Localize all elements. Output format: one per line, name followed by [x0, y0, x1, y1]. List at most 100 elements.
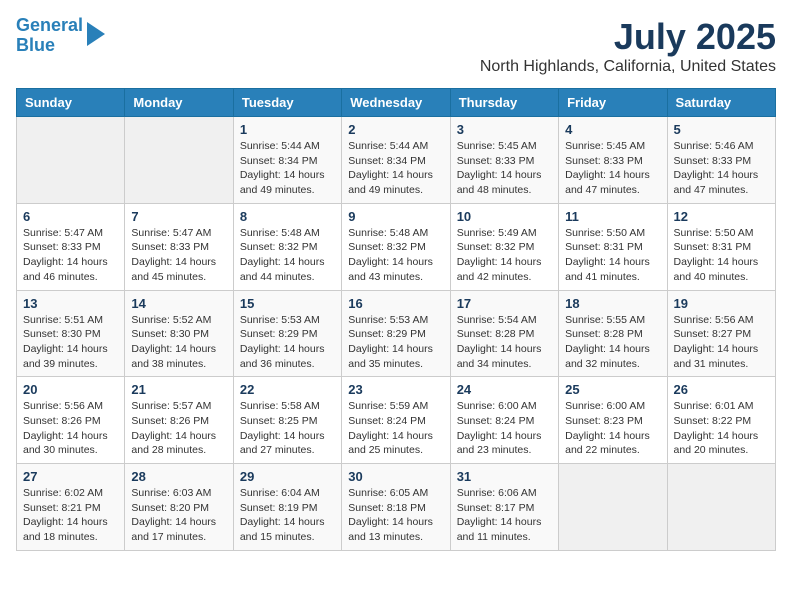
day-number: 26: [674, 382, 769, 397]
day-info: Sunrise: 6:00 AM Sunset: 8:23 PM Dayligh…: [565, 399, 660, 458]
day-number: 3: [457, 122, 552, 137]
day-number: 2: [348, 122, 443, 137]
day-number: 30: [348, 469, 443, 484]
day-info: Sunrise: 5:57 AM Sunset: 8:26 PM Dayligh…: [131, 399, 226, 458]
calendar-cell: 26 Sunrise: 6:01 AM Sunset: 8:22 PM Dayli…: [667, 377, 775, 464]
day-info: Sunrise: 6:01 AM Sunset: 8:22 PM Dayligh…: [674, 399, 769, 458]
day-info: Sunrise: 5:49 AM Sunset: 8:32 PM Dayligh…: [457, 226, 552, 285]
calendar-cell: 11Sunrise: 5:50 AM Sunset: 8:31 PM Dayli…: [559, 203, 667, 290]
day-info: Sunrise: 5:59 AM Sunset: 8:24 PM Dayligh…: [348, 399, 443, 458]
day-info: Sunrise: 6:03 AM Sunset: 8:20 PM Dayligh…: [131, 486, 226, 545]
calendar-cell: 12 Sunrise: 5:50 AM Sunset: 8:31 PM Dayli…: [667, 203, 775, 290]
day-info: Sunrise: 5:47 AM Sunset: 8:33 PM Dayligh…: [131, 226, 226, 285]
calendar-table: SundayMondayTuesdayWednesdayThursdayFrid…: [16, 88, 776, 551]
calendar-week-4: 20 Sunrise: 5:56 AM Sunset: 8:26 PM Dayli…: [17, 377, 776, 464]
calendar-cell: 27 Sunrise: 6:02 AM Sunset: 8:21 PM Dayli…: [17, 464, 125, 551]
logo-arrow-icon: [87, 22, 105, 46]
calendar-cell: 31Sunrise: 6:06 AM Sunset: 8:17 PM Dayli…: [450, 464, 558, 551]
calendar-cell: 29Sunrise: 6:04 AM Sunset: 8:19 PM Dayli…: [233, 464, 341, 551]
calendar-cell: 16 Sunrise: 5:53 AM Sunset: 8:29 PM Dayli…: [342, 290, 450, 377]
day-number: 15: [240, 296, 335, 311]
calendar-cell: [559, 464, 667, 551]
location-title: North Highlands, California, United Stat…: [480, 58, 776, 76]
day-number: 27: [23, 469, 118, 484]
day-info: Sunrise: 5:50 AM Sunset: 8:31 PM Dayligh…: [565, 226, 660, 285]
day-number: 16: [348, 296, 443, 311]
day-number: 17: [457, 296, 552, 311]
day-info: Sunrise: 5:55 AM Sunset: 8:28 PM Dayligh…: [565, 313, 660, 372]
calendar-cell: 22 Sunrise: 5:58 AM Sunset: 8:25 PM Dayli…: [233, 377, 341, 464]
day-info: Sunrise: 5:44 AM Sunset: 8:34 PM Dayligh…: [348, 139, 443, 198]
weekday-header-thursday: Thursday: [450, 89, 558, 117]
calendar-body: 1 Sunrise: 5:44 AM Sunset: 8:34 PM Daylig…: [17, 117, 776, 551]
calendar-cell: [667, 464, 775, 551]
day-info: Sunrise: 5:45 AM Sunset: 8:33 PM Dayligh…: [457, 139, 552, 198]
calendar-week-2: 6 Sunrise: 5:47 AM Sunset: 8:33 PM Daylig…: [17, 203, 776, 290]
logo-text-line2: Blue: [16, 36, 83, 56]
day-number: 1: [240, 122, 335, 137]
day-number: 20: [23, 382, 118, 397]
day-info: Sunrise: 5:48 AM Sunset: 8:32 PM Dayligh…: [348, 226, 443, 285]
day-info: Sunrise: 5:56 AM Sunset: 8:27 PM Dayligh…: [674, 313, 769, 372]
day-info: Sunrise: 5:58 AM Sunset: 8:25 PM Dayligh…: [240, 399, 335, 458]
day-info: Sunrise: 5:54 AM Sunset: 8:28 PM Dayligh…: [457, 313, 552, 372]
calendar-cell: 21Sunrise: 5:57 AM Sunset: 8:26 PM Dayli…: [125, 377, 233, 464]
calendar-cell: 19 Sunrise: 5:56 AM Sunset: 8:27 PM Dayli…: [667, 290, 775, 377]
day-number: 24: [457, 382, 552, 397]
weekday-header-friday: Friday: [559, 89, 667, 117]
day-number: 4: [565, 122, 660, 137]
calendar-week-1: 1 Sunrise: 5:44 AM Sunset: 8:34 PM Daylig…: [17, 117, 776, 204]
calendar-header: SundayMondayTuesdayWednesdayThursdayFrid…: [17, 89, 776, 117]
weekday-header-wednesday: Wednesday: [342, 89, 450, 117]
calendar-cell: [17, 117, 125, 204]
day-info: Sunrise: 5:44 AM Sunset: 8:34 PM Dayligh…: [240, 139, 335, 198]
day-number: 5: [674, 122, 769, 137]
calendar-cell: 28Sunrise: 6:03 AM Sunset: 8:20 PM Dayli…: [125, 464, 233, 551]
day-info: Sunrise: 5:53 AM Sunset: 8:29 PM Dayligh…: [348, 313, 443, 372]
weekday-header-tuesday: Tuesday: [233, 89, 341, 117]
calendar-cell: 6Sunrise: 5:47 AM Sunset: 8:33 PM Daylig…: [17, 203, 125, 290]
day-number: 6: [23, 209, 118, 224]
day-number: 14: [131, 296, 226, 311]
month-title: July 2025: [480, 16, 776, 58]
day-number: 23: [348, 382, 443, 397]
calendar-cell: [125, 117, 233, 204]
day-number: 12: [674, 209, 769, 224]
day-info: Sunrise: 5:48 AM Sunset: 8:32 PM Dayligh…: [240, 226, 335, 285]
calendar-cell: 23 Sunrise: 5:59 AM Sunset: 8:24 PM Dayli…: [342, 377, 450, 464]
day-number: 13: [23, 296, 118, 311]
day-info: Sunrise: 5:53 AM Sunset: 8:29 PM Dayligh…: [240, 313, 335, 372]
day-number: 31: [457, 469, 552, 484]
title-block: July 2025 North Highlands, California, U…: [480, 16, 776, 76]
day-info: Sunrise: 5:51 AM Sunset: 8:30 PM Dayligh…: [23, 313, 118, 372]
calendar-cell: 4 Sunrise: 5:45 AM Sunset: 8:33 PM Daylig…: [559, 117, 667, 204]
page-header: General Blue July 2025 North Highlands, …: [16, 16, 776, 76]
calendar-cell: 25 Sunrise: 6:00 AM Sunset: 8:23 PM Dayli…: [559, 377, 667, 464]
day-info: Sunrise: 5:52 AM Sunset: 8:30 PM Dayligh…: [131, 313, 226, 372]
day-number: 19: [674, 296, 769, 311]
day-info: Sunrise: 5:56 AM Sunset: 8:26 PM Dayligh…: [23, 399, 118, 458]
calendar-cell: 14 Sunrise: 5:52 AM Sunset: 8:30 PM Dayli…: [125, 290, 233, 377]
weekday-header-saturday: Saturday: [667, 89, 775, 117]
calendar-cell: 2 Sunrise: 5:44 AM Sunset: 8:34 PM Daylig…: [342, 117, 450, 204]
day-info: Sunrise: 5:50 AM Sunset: 8:31 PM Dayligh…: [674, 226, 769, 285]
calendar-cell: 7Sunrise: 5:47 AM Sunset: 8:33 PM Daylig…: [125, 203, 233, 290]
calendar-cell: 1 Sunrise: 5:44 AM Sunset: 8:34 PM Daylig…: [233, 117, 341, 204]
calendar-cell: 3 Sunrise: 5:45 AM Sunset: 8:33 PM Daylig…: [450, 117, 558, 204]
day-info: Sunrise: 6:04 AM Sunset: 8:19 PM Dayligh…: [240, 486, 335, 545]
day-info: Sunrise: 5:46 AM Sunset: 8:33 PM Dayligh…: [674, 139, 769, 198]
day-number: 9: [348, 209, 443, 224]
calendar-cell: 9 Sunrise: 5:48 AM Sunset: 8:32 PM Daylig…: [342, 203, 450, 290]
calendar-cell: 30 Sunrise: 6:05 AM Sunset: 8:18 PM Dayli…: [342, 464, 450, 551]
calendar-week-3: 13 Sunrise: 5:51 AM Sunset: 8:30 PM Dayli…: [17, 290, 776, 377]
day-info: Sunrise: 5:45 AM Sunset: 8:33 PM Dayligh…: [565, 139, 660, 198]
day-info: Sunrise: 6:05 AM Sunset: 8:18 PM Dayligh…: [348, 486, 443, 545]
weekday-header-row: SundayMondayTuesdayWednesdayThursdayFrid…: [17, 89, 776, 117]
day-number: 22: [240, 382, 335, 397]
calendar-cell: 18Sunrise: 5:55 AM Sunset: 8:28 PM Dayli…: [559, 290, 667, 377]
calendar-cell: 13 Sunrise: 5:51 AM Sunset: 8:30 PM Dayli…: [17, 290, 125, 377]
day-number: 25: [565, 382, 660, 397]
logo: General Blue: [16, 16, 105, 56]
logo-text-line1: General: [16, 16, 83, 36]
day-info: Sunrise: 6:02 AM Sunset: 8:21 PM Dayligh…: [23, 486, 118, 545]
